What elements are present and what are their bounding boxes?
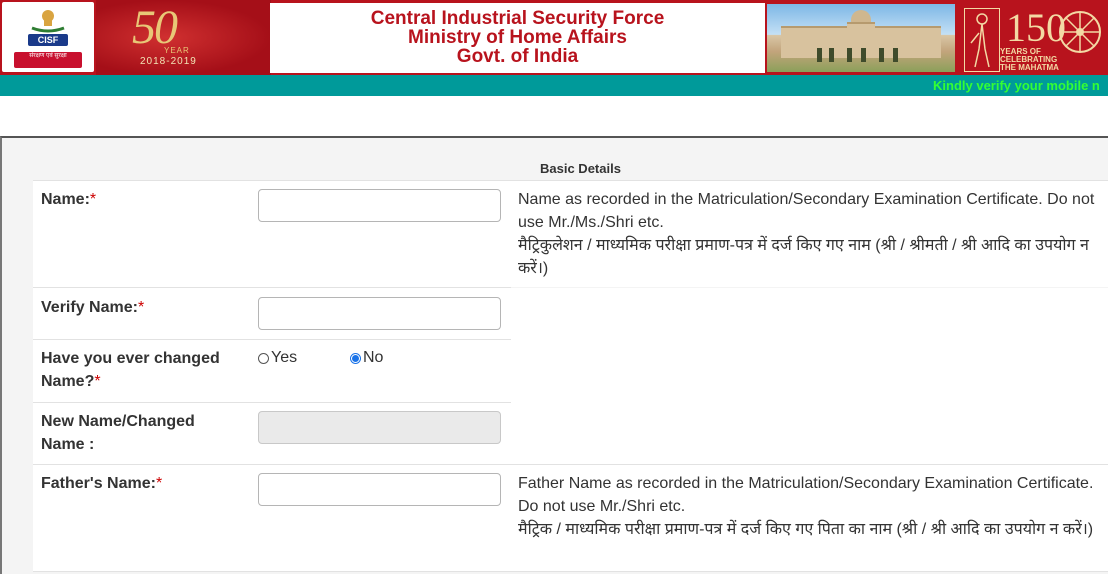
changed-name-label: Have you ever changed Name?* xyxy=(41,347,241,393)
news-ticker: Kindly verify your mobile n xyxy=(0,75,1108,96)
header-banner: CISF संरक्षण एवं सुरक्षा 50 YEAR 2018-20… xyxy=(0,0,1108,75)
gandhi-caption-line-3: THE MAHATMA xyxy=(1000,63,1059,72)
required-marker: * xyxy=(137,299,145,316)
required-marker: * xyxy=(94,373,101,390)
new-name-label: New Name/Changed Name : xyxy=(41,413,195,453)
name-help-en: Name as recorded in the Matriculation/Se… xyxy=(518,191,1095,231)
title-line-govt: Govt. of India xyxy=(456,46,579,67)
father-name-label-text: Father's Name: xyxy=(41,475,156,492)
yes-radio[interactable] xyxy=(258,352,269,364)
name-help: Name as recorded in the Matriculation/Se… xyxy=(518,188,1103,280)
no-radio[interactable] xyxy=(350,352,361,364)
father-name-input[interactable] xyxy=(258,473,501,506)
father-name-label: Father's Name:* xyxy=(41,472,162,495)
verify-name-label-text: Verify Name: xyxy=(41,299,138,316)
ticker-text[interactable]: Kindly verify your mobile n xyxy=(933,78,1100,93)
logo-text: CISF xyxy=(28,34,68,46)
name-label-text: Name: xyxy=(41,191,90,208)
section-title: Basic Details xyxy=(540,161,621,176)
father-name-help-hi: मैट्रिक / माध्यमिक परीक्षा प्रमाण-पत्र म… xyxy=(518,521,1094,538)
name-label: Name:* xyxy=(41,188,96,211)
changed-name-no-option[interactable]: No xyxy=(350,349,383,367)
title-line-org: Central Industrial Security Force xyxy=(370,8,665,29)
org-title: Central Industrial Security Force Minist… xyxy=(270,3,765,73)
changed-name-yes-option[interactable]: Yes xyxy=(258,349,297,367)
cisf-emblem-icon xyxy=(31,10,65,33)
gandhi-caption: YEARS OF CELEBRATING THE MAHATMA xyxy=(1000,48,1106,72)
gandhi-silhouette-icon xyxy=(964,8,1000,72)
father-name-help: Father Name as recorded in the Matricula… xyxy=(518,472,1103,541)
verify-name-input[interactable] xyxy=(258,297,501,330)
logo-motto: संरक्षण एवं सुरक्षा xyxy=(14,52,82,68)
title-line-ministry: Ministry of Home Affairs xyxy=(408,27,627,48)
verify-name-label: Verify Name:* xyxy=(41,296,144,319)
changed-name-label-text: Have you ever changed Name? xyxy=(41,350,220,390)
anniversary-number: 50 xyxy=(132,1,178,54)
name-input[interactable] xyxy=(258,189,501,222)
father-name-help-en: Father Name as recorded in the Matricula… xyxy=(518,475,1094,515)
north-block-photo xyxy=(767,4,955,72)
anniversary-year-label: YEAR xyxy=(164,46,190,55)
no-radio-label[interactable]: No xyxy=(363,349,383,367)
name-help-hi: मैट्रिकुलेशन / माध्यमिक परीक्षा प्रमाण-प… xyxy=(518,237,1089,277)
help-cell-empty xyxy=(511,288,1108,464)
new-name-input[interactable] xyxy=(258,411,501,444)
cisf-logo[interactable]: CISF संरक्षण एवं सुरक्षा xyxy=(2,2,94,72)
required-marker: * xyxy=(155,475,163,492)
yes-radio-label[interactable]: Yes xyxy=(271,349,297,367)
required-marker: * xyxy=(89,191,97,208)
anniversary-range: 2018-2019 xyxy=(140,56,197,67)
